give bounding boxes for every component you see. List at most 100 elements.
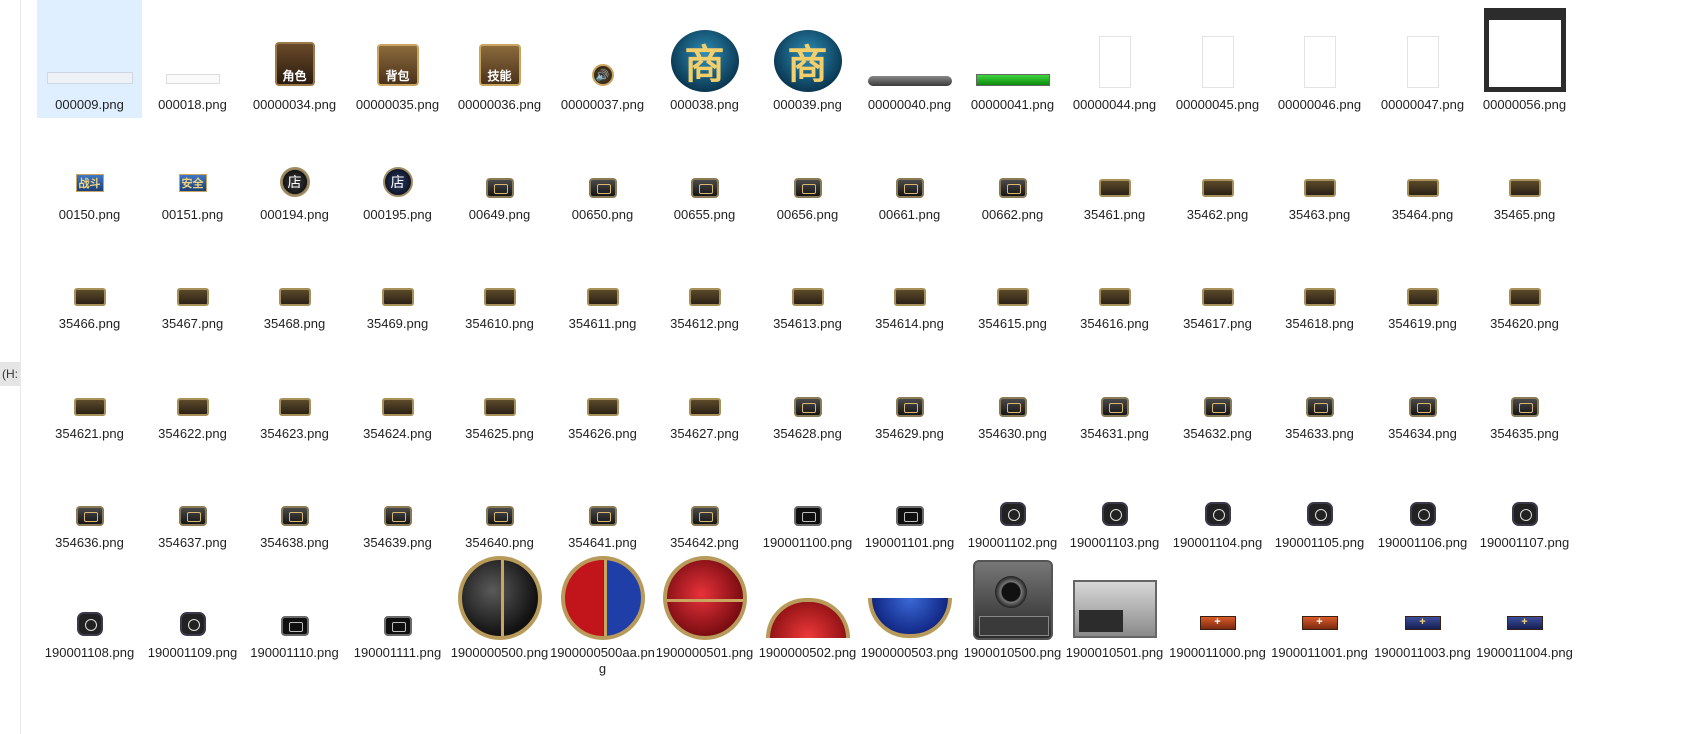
file-item[interactable]: 354641.png	[550, 438, 655, 556]
file-item[interactable]: 35469.png	[345, 219, 450, 337]
file-item[interactable]: 00000041.png	[960, 0, 1065, 118]
file-item[interactable]: 1900010501.png	[1062, 548, 1167, 666]
file-item[interactable]: 354620.png	[1472, 219, 1577, 337]
file-thumbnail-image	[1303, 179, 1336, 197]
drive-label[interactable]: (H:	[0, 362, 20, 386]
file-item[interactable]: 00000056.png	[1472, 0, 1577, 118]
file-thumbnail-image: 商	[773, 30, 842, 92]
file-item[interactable]: 1900000501.png	[652, 548, 757, 666]
file-item[interactable]: 354623.png	[242, 329, 347, 447]
file-item[interactable]: 1900000503.png	[857, 548, 962, 666]
file-item[interactable]: 190001105.png	[1267, 438, 1372, 556]
file-item[interactable]: 35464.png	[1370, 110, 1475, 228]
file-item[interactable]: 技能 00000036.png	[447, 0, 552, 118]
file-item[interactable]: 354614.png	[857, 219, 962, 337]
file-item[interactable]: 190001100.png	[755, 438, 860, 556]
file-item[interactable]: 354628.png	[755, 329, 860, 447]
file-item[interactable]: 35468.png	[242, 219, 347, 337]
file-thumbnail-image	[176, 288, 209, 306]
file-item[interactable]: 店 000194.png	[242, 110, 347, 228]
file-item[interactable]: 00662.png	[960, 110, 1065, 228]
file-item[interactable]: 354634.png	[1370, 329, 1475, 447]
file-item[interactable]: 354632.png	[1165, 329, 1270, 447]
file-item[interactable]: 354624.png	[345, 329, 450, 447]
file-item[interactable]: 354616.png	[1062, 219, 1167, 337]
file-item[interactable]: 35462.png	[1165, 110, 1270, 228]
file-item[interactable]: 35465.png	[1472, 110, 1577, 228]
file-item[interactable]: +1900011001.png	[1267, 548, 1372, 666]
file-thumbnail	[245, 550, 344, 640]
file-item[interactable]: 354640.png	[447, 438, 552, 556]
file-item[interactable]: 商 000039.png	[755, 0, 860, 118]
file-item[interactable]: 354638.png	[242, 438, 347, 556]
file-item[interactable]: 354642.png	[652, 438, 757, 556]
file-item[interactable]: 00000046.png	[1267, 0, 1372, 118]
file-item[interactable]: 354629.png	[857, 329, 962, 447]
file-item[interactable]: 190001102.png	[960, 438, 1065, 556]
file-thumbnail-image: 店	[279, 167, 310, 197]
file-item[interactable]: 00655.png	[652, 110, 757, 228]
file-thumbnail	[143, 221, 242, 311]
file-item[interactable]: 354631.png	[1062, 329, 1167, 447]
file-item[interactable]: 190001101.png	[857, 438, 962, 556]
file-item[interactable]: 190001110.png	[242, 548, 347, 666]
file-item[interactable]: 190001104.png	[1165, 438, 1270, 556]
file-item[interactable]: 354626.png	[550, 329, 655, 447]
file-item[interactable]: 背包 00000035.png	[345, 0, 450, 118]
file-item[interactable]: 354610.png	[447, 219, 552, 337]
file-item[interactable]: 安全 00151.png	[140, 110, 245, 228]
file-item[interactable]: 00000040.png	[857, 0, 962, 118]
file-item[interactable]: 店 000195.png	[345, 110, 450, 228]
file-item[interactable]: 00650.png	[550, 110, 655, 228]
file-item[interactable]: 354635.png	[1472, 329, 1577, 447]
file-thumbnail-image	[278, 288, 311, 306]
file-item[interactable]: 00661.png	[857, 110, 962, 228]
file-item[interactable]: 354627.png	[652, 329, 757, 447]
file-item[interactable]: 190001111.png	[345, 548, 450, 666]
file-item[interactable]: 000009.png	[37, 0, 142, 118]
file-item[interactable]: 1900000502.png	[755, 548, 860, 666]
file-item[interactable]: 00000045.png	[1165, 0, 1270, 118]
file-item[interactable]: 000018.png	[140, 0, 245, 118]
file-item[interactable]: 354617.png	[1165, 219, 1270, 337]
file-item[interactable]: 35467.png	[140, 219, 245, 337]
file-item[interactable]: 190001109.png	[140, 548, 245, 666]
file-item[interactable]: 190001108.png	[37, 548, 142, 666]
file-item[interactable]: 354612.png	[652, 219, 757, 337]
file-item[interactable]: 354613.png	[755, 219, 860, 337]
file-name-label: 1900011001.png	[1271, 645, 1368, 660]
file-item[interactable]: 00649.png	[447, 110, 552, 228]
file-item[interactable]: 354630.png	[960, 329, 1065, 447]
file-item[interactable]: 00000044.png	[1062, 0, 1167, 118]
file-item[interactable]: 354633.png	[1267, 329, 1372, 447]
file-item[interactable]: 354639.png	[345, 438, 450, 556]
file-item[interactable]: 1900000500.png	[447, 548, 552, 666]
file-item[interactable]: 354618.png	[1267, 219, 1372, 337]
file-item[interactable]: 35466.png	[37, 219, 142, 337]
file-item[interactable]: +1900011000.png	[1165, 548, 1270, 666]
file-item[interactable]: 角色 00000034.png	[242, 0, 347, 118]
file-item[interactable]: 00656.png	[755, 110, 860, 228]
file-item[interactable]: 35461.png	[1062, 110, 1167, 228]
file-item[interactable]: 1900000500aa.png	[550, 548, 655, 676]
file-item[interactable]: 354622.png	[140, 329, 245, 447]
file-item[interactable]: 354619.png	[1370, 219, 1475, 337]
file-item[interactable]: 190001103.png	[1062, 438, 1167, 556]
file-item[interactable]: 354636.png	[37, 438, 142, 556]
file-item[interactable]: 354637.png	[140, 438, 245, 556]
file-item[interactable]: 354621.png	[37, 329, 142, 447]
file-item[interactable]: 354625.png	[447, 329, 552, 447]
file-item[interactable]: 00000047.png	[1370, 0, 1475, 118]
file-item[interactable]: 190001107.png	[1472, 438, 1577, 556]
file-item[interactable]: 1900010500.png	[960, 548, 1065, 666]
file-item[interactable]: 商 000038.png	[652, 0, 757, 118]
file-item[interactable]: 354611.png	[550, 219, 655, 337]
file-item[interactable]: +1900011003.png	[1370, 548, 1475, 666]
file-item[interactable]: 35463.png	[1267, 110, 1372, 228]
file-item[interactable]: 354615.png	[960, 219, 1065, 337]
file-thumbnail-image	[76, 612, 103, 636]
file-item[interactable]: 🔊 00000037.png	[550, 0, 655, 118]
file-item[interactable]: +1900011004.png	[1472, 548, 1577, 666]
file-item[interactable]: 190001106.png	[1370, 438, 1475, 556]
file-item[interactable]: 战斗 00150.png	[37, 110, 142, 228]
